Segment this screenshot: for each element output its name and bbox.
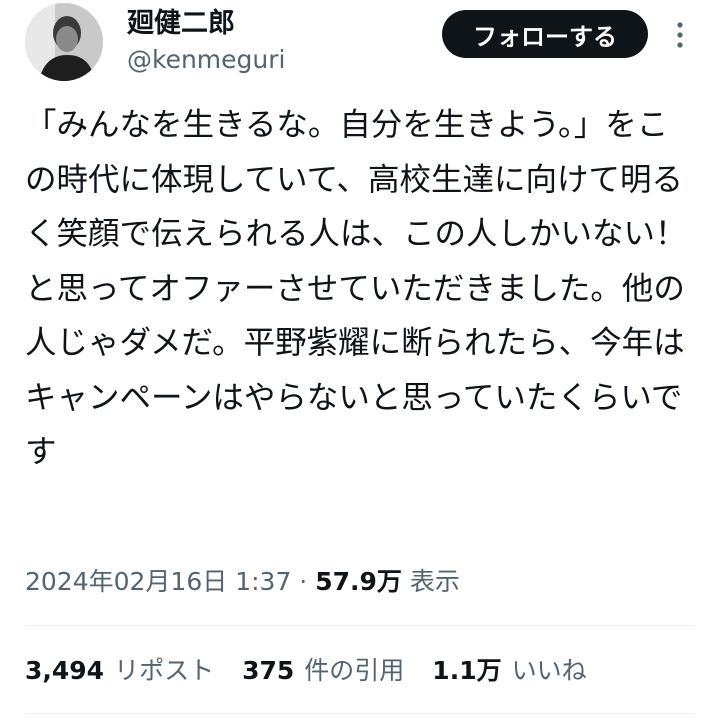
divider <box>25 625 695 626</box>
reposts-count: 3,494 <box>25 656 105 685</box>
divider <box>25 713 695 714</box>
meta-separator: · <box>299 567 308 596</box>
likes-label: いいね <box>511 656 587 685</box>
tweet-date[interactable]: 2024年02月16日 <box>25 567 227 596</box>
views-count: 57.9万 <box>315 567 402 596</box>
quotes-count: 375 <box>242 656 295 685</box>
engagement-stats: 3,494 リポスト 375 件の引用 1.1万 いいね <box>25 650 615 692</box>
user-info: 廻健二郎 @kenmeguri <box>127 7 285 77</box>
likes-count: 1.1万 <box>432 656 502 685</box>
tweet-meta: 2024年02月16日 1:37 · 57.9万 表示 <box>25 562 460 602</box>
user-handle[interactable]: @kenmeguri <box>127 43 285 77</box>
reposts-label: リポスト <box>114 656 215 685</box>
avatar-photo-icon <box>25 3 103 81</box>
tweet-text: 「みんなを生きるな。自分を生きよう。」をこの時代に体現していて、高校生達に向けて… <box>25 107 687 470</box>
display-name[interactable]: 廻健二郎 <box>127 7 285 41</box>
views-label: 表示 <box>409 567 460 596</box>
quotes-stat[interactable]: 375 件の引用 <box>242 650 404 692</box>
likes-stat[interactable]: 1.1万 いいね <box>432 650 586 692</box>
follow-button[interactable]: フォローする <box>442 10 648 58</box>
tweet-time[interactable]: 1:37 <box>235 567 291 596</box>
reposts-stat[interactable]: 3,494 リポスト <box>25 650 214 692</box>
more-vertical-icon[interactable] <box>670 18 690 52</box>
quotes-label: 件の引用 <box>304 656 405 685</box>
tweet-header: 廻健二郎 @kenmeguri フォローする <box>0 0 720 90</box>
avatar[interactable] <box>25 3 103 81</box>
